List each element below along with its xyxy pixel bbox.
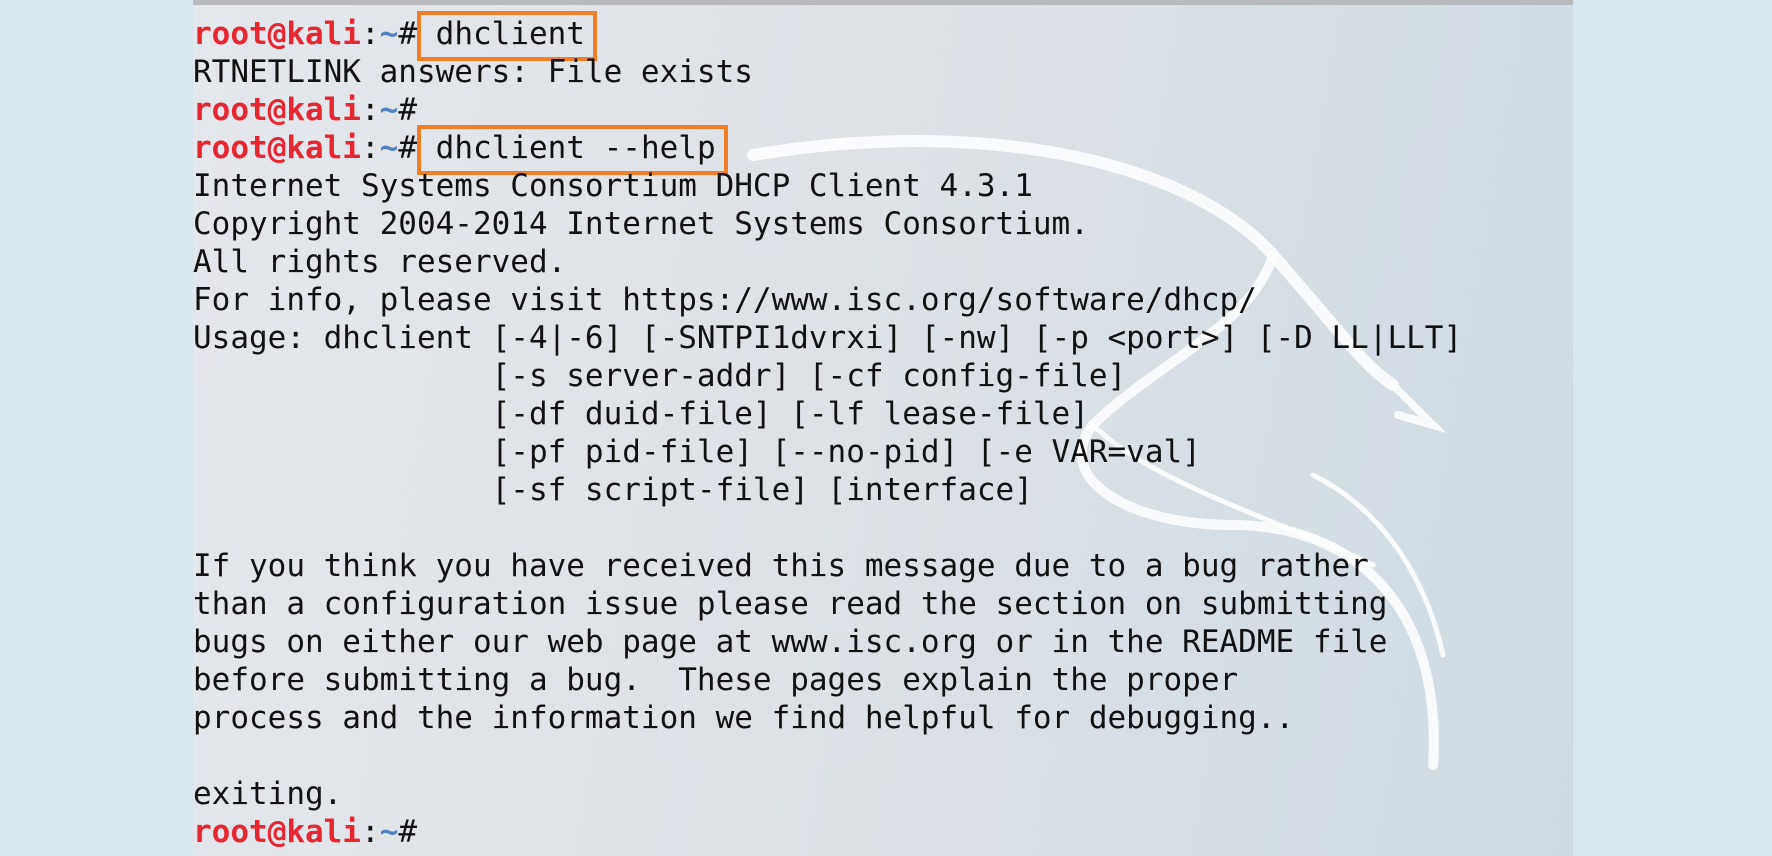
output-line: All rights reserved. xyxy=(193,243,1462,281)
prompt-symbol: # xyxy=(398,92,417,128)
output-text: bugs on either our web page at www.isc.o… xyxy=(193,624,1388,660)
output-line: [-pf pid-file] [--no-pid] [-e VAR=val] xyxy=(193,433,1462,471)
command-text: dhclient xyxy=(417,16,585,52)
prompt-line: root@kali:~# dhclient --help xyxy=(193,125,1462,175)
output-text: [-s server-addr] [-cf config-file] xyxy=(193,358,1127,394)
terminal-window[interactable]: root@kali:~# dhclient RTNETLINK answers: … xyxy=(193,0,1573,856)
prompt-path: ~ xyxy=(379,814,399,850)
prompt-user: root@kali xyxy=(193,814,361,850)
output-line: exiting. xyxy=(193,775,1462,813)
output-line: RTNETLINK answers: File exists xyxy=(193,53,1462,91)
prompt-path: ~ xyxy=(379,16,399,52)
output-line: Copyright 2004-2014 Internet Systems Con… xyxy=(193,205,1462,243)
output-line: Usage: dhclient [-4|-6] [-SNTPI1dvrxi] [… xyxy=(193,319,1462,357)
prompt-separator: : xyxy=(360,92,380,128)
output-line: than a configuration issue please read t… xyxy=(193,585,1462,623)
prompt-separator: : xyxy=(360,814,380,850)
prompt-symbol: # xyxy=(398,16,417,52)
output-text: All rights reserved. xyxy=(193,244,567,280)
command-text: dhclient --help xyxy=(417,130,716,166)
output-text: Usage: dhclient [-4|-6] [-SNTPI1dvrxi] [… xyxy=(193,320,1463,356)
prompt-line: root@kali:~# xyxy=(193,813,1462,851)
output-line: For info, please visit https://www.isc.o… xyxy=(193,281,1462,319)
output-text: RTNETLINK answers: File exists xyxy=(193,54,753,90)
prompt-user: root@kali xyxy=(193,16,361,52)
output-text: [-pf pid-file] [--no-pid] [-e VAR=val] xyxy=(193,434,1201,470)
prompt-line: root@kali:~# xyxy=(193,91,1462,129)
output-line: before submitting a bug. These pages exp… xyxy=(193,661,1462,699)
output-line: [-s server-addr] [-cf config-file] xyxy=(193,357,1462,395)
prompt-path: ~ xyxy=(379,92,399,128)
prompt-user: root@kali xyxy=(193,92,361,128)
output-text: For info, please visit https://www.isc.o… xyxy=(193,282,1257,318)
output-text: [-df duid-file] [-lf lease-file] xyxy=(193,396,1089,432)
output-text: Copyright 2004-2014 Internet Systems Con… xyxy=(193,206,1089,242)
prompt-line: root@kali:~# dhclient xyxy=(193,11,1462,61)
prompt-user: root@kali xyxy=(193,130,361,166)
output-text: than a configuration issue please read t… xyxy=(193,586,1388,622)
output-line: [-df duid-file] [-lf lease-file] xyxy=(193,395,1462,433)
terminal-output: root@kali:~# dhclient RTNETLINK answers: … xyxy=(193,11,1462,851)
output-line: If you think you have received this mess… xyxy=(193,547,1462,585)
output-line: [-sf script-file] [interface] xyxy=(193,471,1462,509)
output-line: bugs on either our web page at www.isc.o… xyxy=(193,623,1462,661)
prompt-path: ~ xyxy=(379,130,399,166)
output-text: Internet Systems Consortium DHCP Client … xyxy=(193,168,1033,204)
output-text: exiting. xyxy=(193,776,343,812)
prompt-symbol: # xyxy=(398,814,417,850)
output-text: If you think you have received this mess… xyxy=(193,548,1369,584)
prompt-separator: : xyxy=(360,130,380,166)
output-text: process and the information we find help… xyxy=(193,700,1295,736)
output-text: before submitting a bug. These pages exp… xyxy=(193,662,1239,698)
prompt-separator: : xyxy=(360,16,380,52)
output-text: [-sf script-file] [interface] xyxy=(193,472,1033,508)
prompt-symbol: # xyxy=(398,130,417,166)
output-line: Internet Systems Consortium DHCP Client … xyxy=(193,167,1462,205)
output-line: process and the information we find help… xyxy=(193,699,1462,737)
